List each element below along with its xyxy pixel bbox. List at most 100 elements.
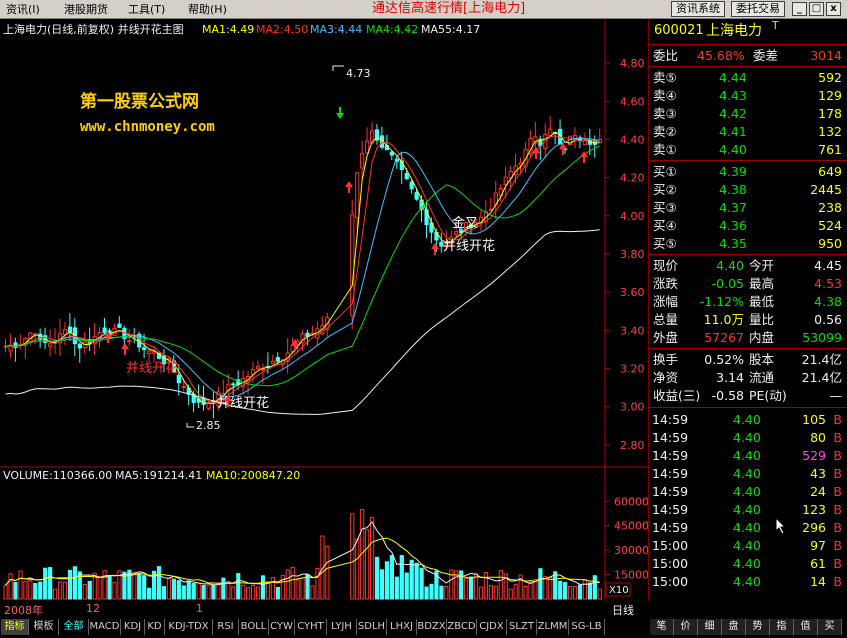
indicator-tab[interactable]: 全部 <box>59 619 89 635</box>
volume-bar <box>572 586 578 600</box>
stat-row: 现价 4.40 今开 4.45 <box>649 257 847 275</box>
volume-bar <box>226 580 231 600</box>
volume-bar <box>67 569 73 600</box>
indicator-tab[interactable]: CYW <box>269 619 295 635</box>
buy-level-row[interactable]: 买① 4.39 649 <box>649 163 847 181</box>
indicator-tab-bar: 指标 模板 全部 MACD KDJ KD KDJ-TDX RSI BOLL CYW CYHT LYJH… <box>0 617 847 638</box>
stat-row: 总量 11.0万 量比 0.56 <box>649 311 847 329</box>
indicator-tab[interactable]: KDJ <box>121 619 145 635</box>
volume-bar <box>325 545 330 600</box>
volume-bar <box>290 566 295 600</box>
tick-time: 14:59 <box>652 520 689 535</box>
buy-level-row[interactable]: 买③ 4.37 238 <box>649 199 847 217</box>
quote-view-tab[interactable]: 势 <box>746 619 770 635</box>
price-tick-label: 4.60 <box>620 95 645 108</box>
sell-level-row[interactable]: 卖⑤ 4.44 592 <box>649 69 847 87</box>
trade-button[interactable]: 委托交易 <box>731 1 785 17</box>
volume-bar <box>196 583 201 600</box>
buy-level-row[interactable]: 买② 4.38 2445 <box>649 181 847 199</box>
volume-bar <box>265 581 271 600</box>
volume-bar <box>255 586 261 600</box>
indicator-tab[interactable]: RSI <box>213 619 239 635</box>
buy-level-row[interactable]: 买④ 4.36 524 <box>649 217 847 235</box>
info-system-button[interactable]: 资讯系统 <box>671 1 725 17</box>
indicator-tab[interactable]: LYJH <box>327 619 357 635</box>
volume-bar <box>464 577 469 600</box>
order-volume: 649 <box>818 164 842 179</box>
volume-bar <box>201 584 206 600</box>
order-price: 4.40 <box>719 142 747 157</box>
minimize-icon[interactable]: _ <box>792 2 807 16</box>
quote-view-tab[interactable]: 值 <box>794 619 818 635</box>
indicator-tab[interactable]: KD <box>145 619 165 635</box>
volume-bar <box>171 578 177 600</box>
menu-info[interactable]: 资讯(I) <box>6 3 40 17</box>
indicator-tab[interactable]: SG-LB <box>569 619 605 635</box>
volume-bar <box>221 577 226 600</box>
menu-help[interactable]: 帮助(H) <box>188 3 227 17</box>
date-label-month: 12 <box>86 602 100 615</box>
volume-bar <box>28 579 33 600</box>
price-tick-label: 4.80 <box>620 57 645 70</box>
quote-view-tab[interactable]: 价 <box>674 619 698 635</box>
indicator-tab[interactable]: MACD <box>89 619 121 635</box>
sell-level-row[interactable]: 卖② 4.41 132 <box>649 123 847 141</box>
period-label[interactable]: 日线 <box>612 602 634 618</box>
volume-bar <box>166 578 172 600</box>
kline-chart[interactable]: 4.80 4.60 4.40 4.20 4.00 3.80 3.60 3.40 3.20 3.00… <box>0 19 648 601</box>
tick-price: 4.40 <box>733 412 761 427</box>
indicator-tab[interactable]: ZLMM <box>537 619 569 635</box>
volume-bar <box>13 581 18 600</box>
volume-bar <box>469 576 474 600</box>
volume-bar <box>498 570 503 600</box>
indicator-tab[interactable]: ZBCD <box>447 619 477 635</box>
quote-view-tab[interactable]: 买 <box>818 619 842 635</box>
buy-level-row[interactable]: 买⑤ 4.35 950 <box>649 235 847 253</box>
tick-time: 14:59 <box>652 466 689 481</box>
indicator-tab[interactable]: SDLH <box>357 619 387 635</box>
volume-bar <box>137 573 142 600</box>
mouse-cursor-icon <box>775 516 787 538</box>
indicator-tab[interactable]: BOLL <box>239 619 269 635</box>
price-tick-label: 3.60 <box>620 286 645 299</box>
indicator-tab[interactable]: CYHT <box>295 619 327 635</box>
order-price: 4.39 <box>719 164 747 179</box>
indicator-tab[interactable]: LHXJ <box>387 619 417 635</box>
indicator-tab[interactable]: 指标 <box>1 619 29 635</box>
tick-volume: 14 <box>810 574 826 589</box>
indicator-tab[interactable]: CJDX <box>477 619 507 635</box>
quote-view-tab[interactable]: 细 <box>698 619 722 635</box>
volume-bar <box>488 585 493 600</box>
volume-bar <box>72 566 78 600</box>
tick-side: B <box>833 430 842 445</box>
menu-tools[interactable]: 工具(T) <box>128 3 165 17</box>
volume-bar <box>102 570 107 600</box>
menu-hk-futures[interactable]: 港股期货 <box>64 3 108 17</box>
quote-view-tab[interactable]: 指 <box>770 619 794 635</box>
volume-bar <box>577 584 583 600</box>
fund-value: 3.14 <box>716 370 744 385</box>
volume-bar <box>23 580 28 600</box>
tick-price: 4.40 <box>733 430 761 445</box>
volume-bar <box>350 513 355 600</box>
volume-bar <box>409 559 414 600</box>
indicator-tab[interactable]: 模板 <box>29 619 59 635</box>
quote-view-tab[interactable]: 笔 <box>650 619 674 635</box>
watermark-title: 第一股票公式网 <box>80 91 199 112</box>
volume-bar <box>553 571 558 600</box>
sell-level-row[interactable]: 卖④ 4.43 129 <box>649 87 847 105</box>
indicator-tab[interactable]: KDJ-TDX <box>165 619 213 635</box>
tick-side: B <box>833 502 842 517</box>
close-icon[interactable]: x <box>826 2 841 16</box>
stat-label: 最低 <box>749 294 775 309</box>
fund-label: 换手 <box>653 352 679 367</box>
stat-label: 量比 <box>749 312 775 327</box>
sell-level-row[interactable]: 卖③ 4.42 178 <box>649 105 847 123</box>
quote-view-tab[interactable]: 盘 <box>722 619 746 635</box>
volume-bar <box>57 581 63 600</box>
maximize-icon[interactable]: □ <box>809 2 824 16</box>
sell-level-row[interactable]: 卖① 4.40 761 <box>649 141 847 159</box>
indicator-tab[interactable]: BDZX <box>417 619 447 635</box>
indicator-tab[interactable]: SLZT <box>507 619 537 635</box>
tick-volume: 529 <box>802 448 826 463</box>
